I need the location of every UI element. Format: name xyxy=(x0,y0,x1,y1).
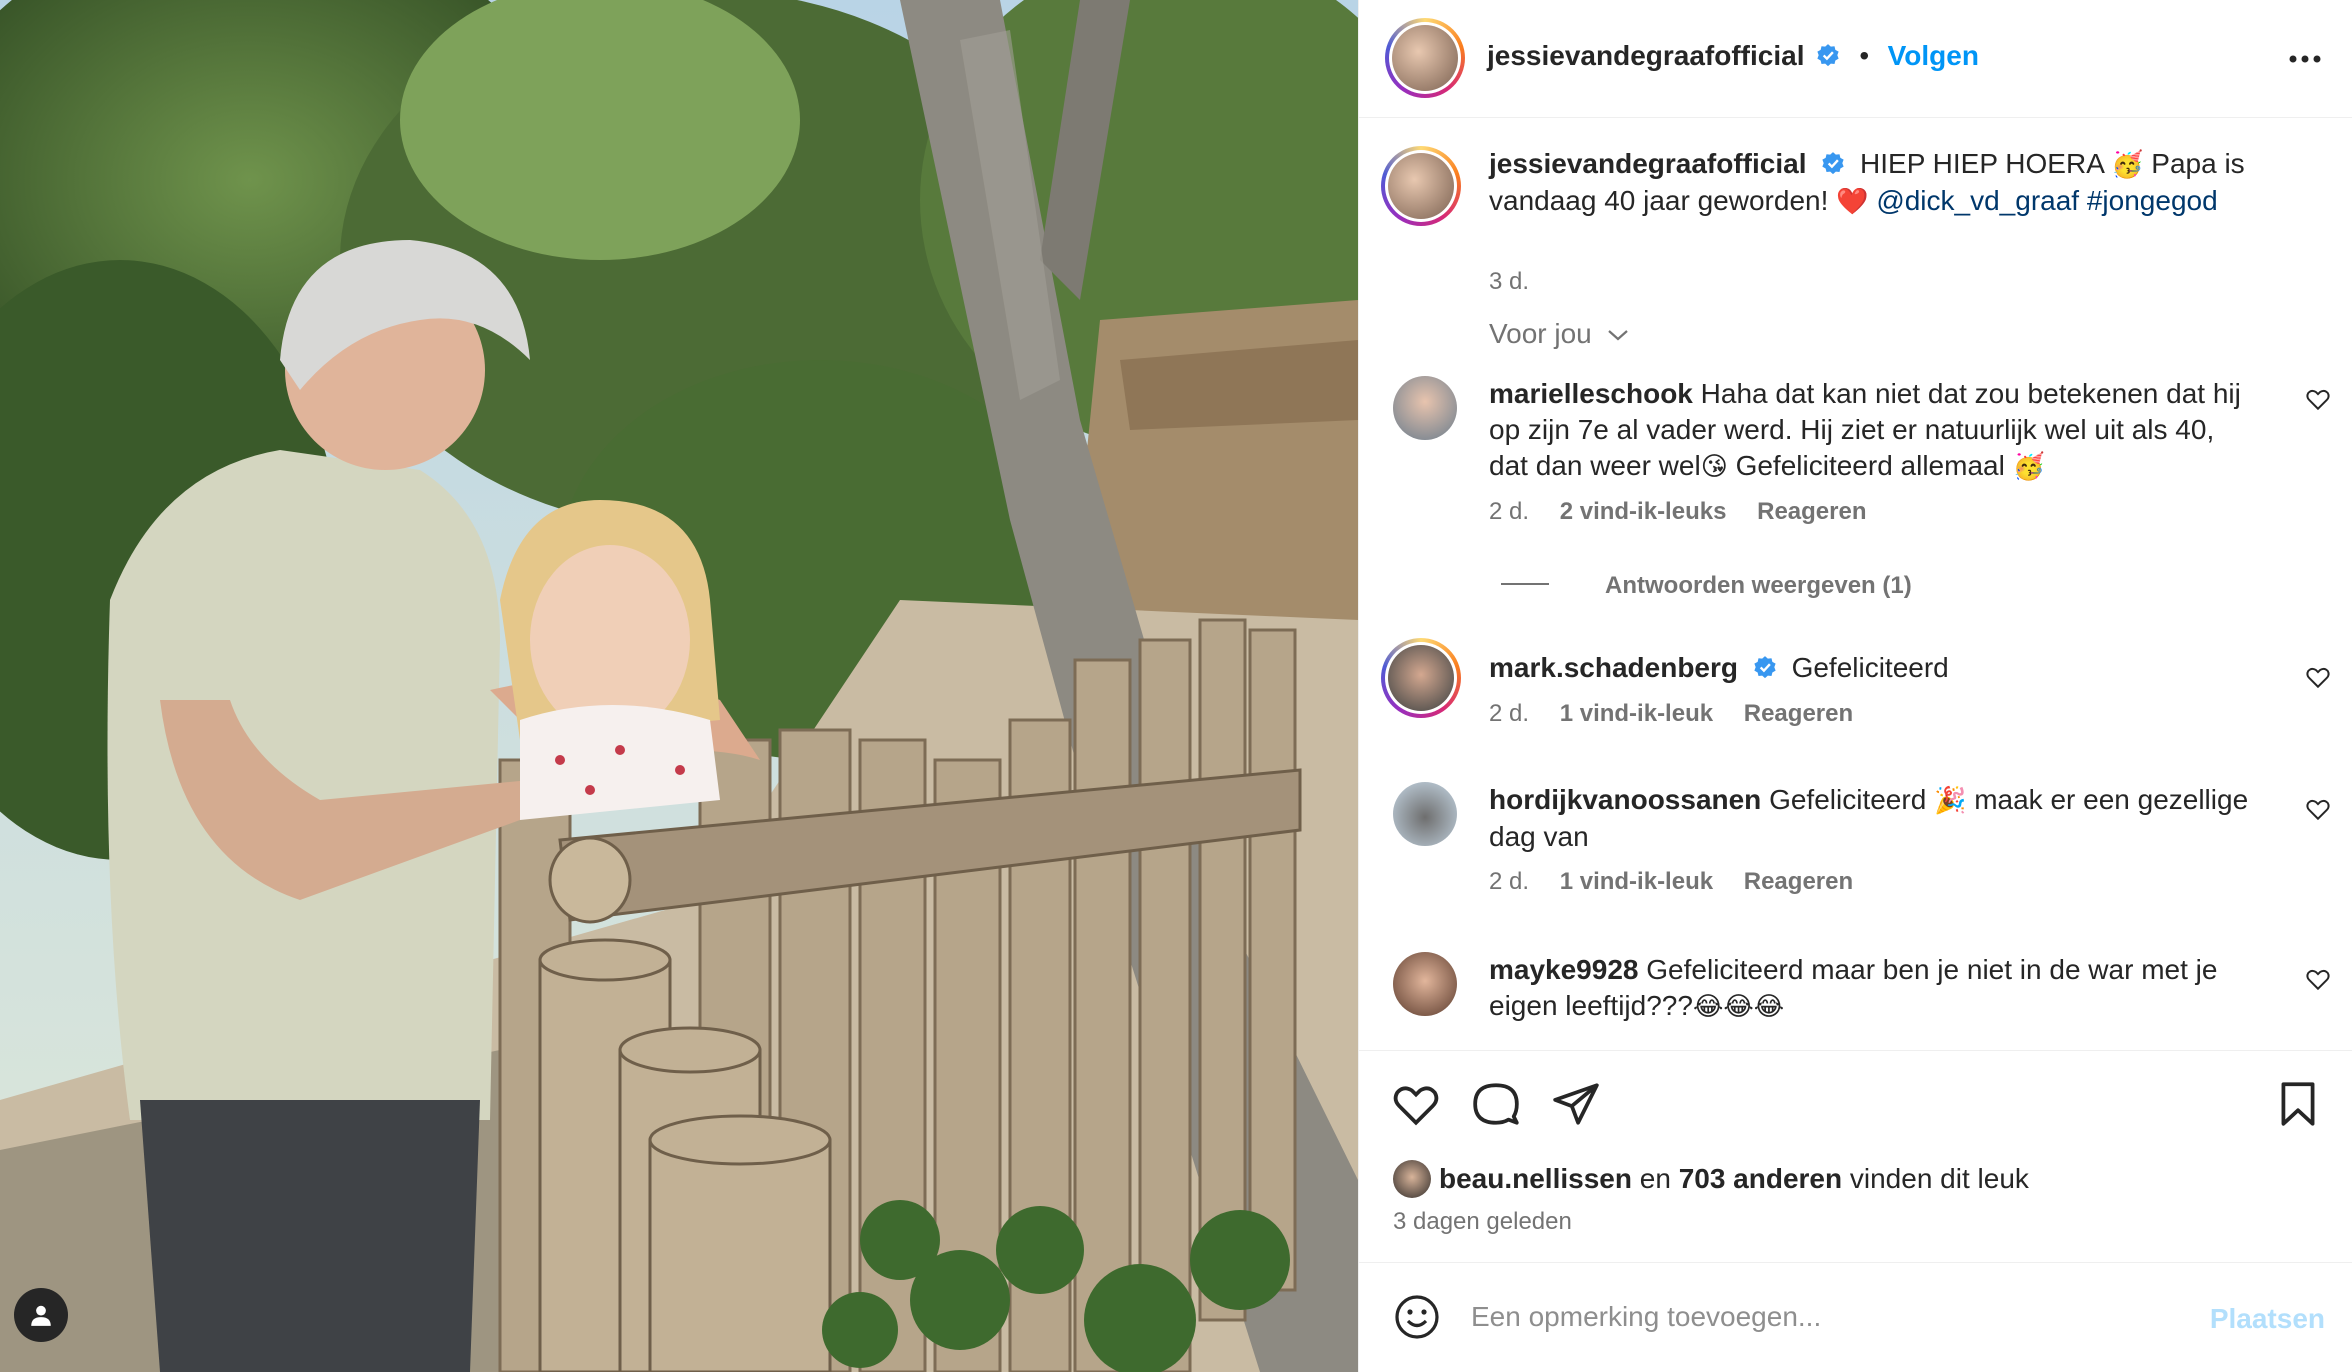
likes-suffix: vinden dit leuk xyxy=(1849,1163,2029,1194)
heart-icon[interactable] xyxy=(2305,966,2331,992)
post-header: jessievandegraafofficial • Volgen xyxy=(1359,0,2352,118)
comment-likes[interactable]: 1 vind-ik-leuk xyxy=(1560,868,1713,895)
comment-likes[interactable]: 2 vind-ik-leuks xyxy=(1560,498,1727,525)
heart-icon[interactable] xyxy=(1391,1079,1441,1129)
caption-username[interactable]: jessievandegraafofficial xyxy=(1489,148,1806,179)
comment-likes[interactable]: 1 vind-ik-leuk xyxy=(1560,700,1713,727)
share-icon[interactable] xyxy=(1551,1079,1601,1129)
hashtag-link[interactable]: #jongegod xyxy=(2087,185,2218,216)
reply-button[interactable]: Reageren xyxy=(1744,868,1853,895)
party-emoji: 🥳 xyxy=(2012,452,2045,482)
liker-username[interactable]: beau.nellissen xyxy=(1439,1163,1632,1195)
party-emoji: 🥳 xyxy=(2111,150,2144,180)
likes-summary[interactable]: beau.nellissen en 703 anderen vinden dit… xyxy=(1393,1160,2029,1198)
user-tag-button[interactable] xyxy=(14,1288,68,1342)
comment-meta: 2 d. 1 vind-ik-leuk Reageren xyxy=(1489,700,1877,728)
more-options-icon[interactable] xyxy=(2287,44,2323,74)
post-photo[interactable] xyxy=(0,0,1358,1372)
post-timestamp[interactable]: 3 dagen geleden xyxy=(1393,1208,1572,1236)
commenter-avatar[interactable] xyxy=(1381,638,1461,718)
comment-time: 2 d. xyxy=(1489,498,1530,525)
post-comment-button[interactable]: Plaatsen xyxy=(2210,1303,2325,1335)
caption-time: 3 d. xyxy=(1489,268,1530,295)
confetti-emoji: 🎉 xyxy=(1934,786,1967,816)
comment-item: hordijkvanoossanen Gefeliciteerd 🎉 maak … xyxy=(1381,782,2331,932)
caption-avatar[interactable] xyxy=(1381,146,1461,226)
view-replies-button[interactable]: Antwoorden weergeven (1) xyxy=(1501,572,1912,600)
verified-badge-icon xyxy=(1822,152,1844,175)
comment-text: mark.schadenberg Gefeliciteerd xyxy=(1489,650,2259,686)
post-photo-illustration xyxy=(0,0,1358,1372)
comment-username[interactable]: hordijkvanoossanen xyxy=(1489,784,1761,815)
verified-badge-icon xyxy=(1754,656,1776,679)
comment-meta: 2 d. 1 vind-ik-leuk Reageren xyxy=(1489,868,1877,896)
comment-item: mark.schadenberg Gefeliciteerd 2 d. 1 vi… xyxy=(1381,638,2331,758)
add-comment-bar: Plaatsen xyxy=(1359,1262,2352,1372)
comment-sort-label: Voor jou xyxy=(1489,318,1592,349)
mention-link[interactable]: @dick_vd_graaf xyxy=(1876,185,2079,216)
heart-icon[interactable] xyxy=(2305,664,2331,690)
comment-meta: 2 d. 2 vind-ik-leuks Reageren xyxy=(1489,498,1891,526)
heart-emoji: ❤️ xyxy=(1836,187,1869,217)
follow-button[interactable]: Volgen xyxy=(1888,40,1979,71)
chevron-down-icon xyxy=(1607,330,1628,341)
comment-username[interactable]: mayke9928 xyxy=(1489,954,1638,985)
post-side-panel: jessievandegraafofficial • Volgen jessie… xyxy=(1358,0,2352,1372)
comment-text-a: Gefeliciteerd xyxy=(1791,652,1949,683)
comment-username[interactable]: marielleschook xyxy=(1489,378,1693,409)
comment-time: 2 d. xyxy=(1489,700,1530,727)
comment-item: mayke9928 Gefeliciteerd maar ben je niet… xyxy=(1381,952,2331,1050)
comment-text-b: Gefeliciteerd allemaal xyxy=(1735,450,2005,481)
heart-icon[interactable] xyxy=(2305,386,2331,412)
likes-and: en xyxy=(1639,1163,1671,1194)
comment-sort-dropdown[interactable]: Voor jou xyxy=(1489,318,1630,350)
user-tag-icon xyxy=(31,1305,51,1326)
heart-icon[interactable] xyxy=(2305,796,2331,822)
bookmark-icon[interactable] xyxy=(2273,1079,2323,1129)
comment-text-a: Gefeliciteerd xyxy=(1769,784,1927,815)
laughing-emoji: 😂😂😂 xyxy=(1692,992,1785,1022)
reply-button[interactable]: Reageren xyxy=(1744,700,1853,727)
comment-item: marielleschook Haha dat kan niet dat zou… xyxy=(1381,376,2331,576)
caption: jessievandegraafofficial HIEP HIEP HOERA… xyxy=(1381,146,2331,296)
view-replies-label: Antwoorden weergeven (1) xyxy=(1605,572,1912,599)
commenter-avatar[interactable] xyxy=(1393,952,1457,1016)
comment-text: marielleschook Haha dat kan niet dat zou… xyxy=(1489,376,2259,485)
comment-time: 2 d. xyxy=(1489,868,1530,895)
comment-username[interactable]: mark.schadenberg xyxy=(1489,652,1738,683)
post-actions xyxy=(1359,1050,2352,1126)
comment-text: hordijkvanoossanen Gefeliciteerd 🎉 maak … xyxy=(1489,782,2259,855)
verified-badge-icon xyxy=(1817,44,1839,67)
caption-text: jessievandegraafofficial HIEP HIEP HOERA… xyxy=(1489,146,2289,220)
liker-avatar[interactable] xyxy=(1393,1160,1431,1198)
likes-others[interactable]: 703 anderen xyxy=(1679,1163,1842,1195)
comment-text: mayke9928 Gefeliciteerd maar ben je niet… xyxy=(1489,952,2259,1025)
emoji-icon[interactable] xyxy=(1393,1293,1441,1341)
kiss-emoji: 😘 xyxy=(1700,452,1728,482)
replies-divider xyxy=(1501,583,1549,585)
follow-separator: • xyxy=(1859,40,1870,71)
caption-text-1: HIEP HIEP HOERA xyxy=(1860,148,2104,179)
commenter-avatar[interactable] xyxy=(1393,376,1457,440)
comment-icon[interactable] xyxy=(1471,1079,1521,1129)
author-username[interactable]: jessievandegraafofficial xyxy=(1487,40,1804,71)
comments-list[interactable]: jessievandegraafofficial HIEP HIEP HOERA… xyxy=(1359,118,2352,1050)
author-avatar[interactable] xyxy=(1385,18,1465,98)
caption-meta: 3 d. xyxy=(1489,268,1553,296)
commenter-avatar[interactable] xyxy=(1393,782,1457,846)
comment-input[interactable] xyxy=(1471,1287,2211,1347)
author-line: jessievandegraafofficial • Volgen xyxy=(1487,40,1979,72)
reply-button[interactable]: Reageren xyxy=(1757,498,1866,525)
